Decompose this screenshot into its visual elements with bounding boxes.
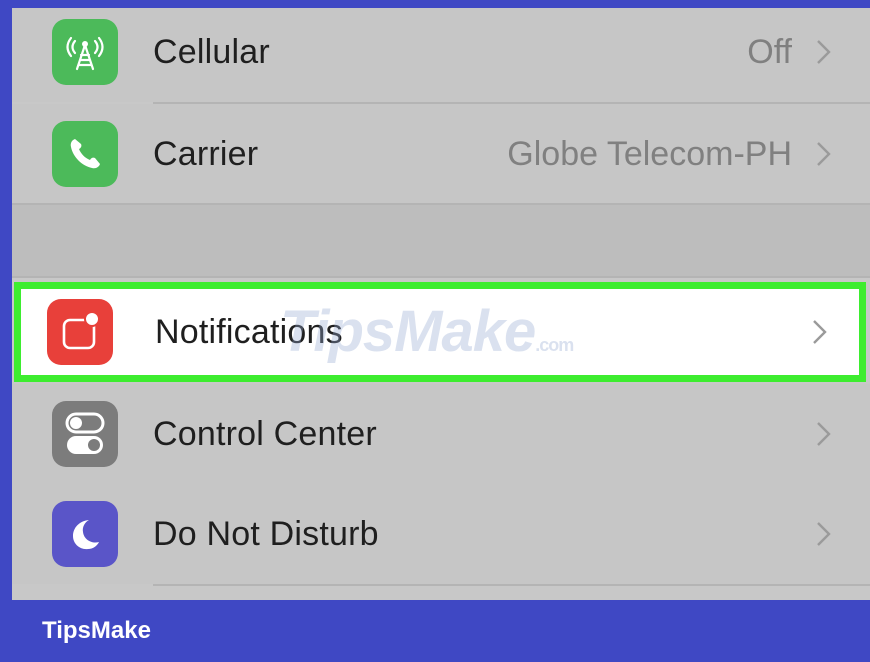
notifications-icon [47,299,113,365]
section-gap [12,205,870,277]
chevron-right-icon [817,522,831,546]
chevron-right-icon [813,320,827,344]
settings-row-cellular[interactable]: Cellular Off [12,8,870,102]
settings-row-do-not-disturb[interactable]: Do Not Disturb [12,484,870,584]
chevron-right-icon [817,40,831,64]
footer-brand: TipsMake [42,617,151,644]
settings-row-notifications[interactable]: Notifications [14,282,866,382]
chevron-right-icon [817,142,831,166]
cellular-value: Off [747,33,792,71]
settings-row-carrier[interactable]: Carrier Globe Telecom-PH [12,104,870,204]
section-separator [12,276,870,278]
notifications-label: Notifications [155,313,343,351]
cellular-label: Cellular [153,33,270,71]
carrier-label: Carrier [153,135,259,173]
control-center-toggles-icon [52,401,118,467]
carrier-value: Globe Telecom-PH [507,135,792,173]
do-not-disturb-label: Do Not Disturb [153,515,379,553]
row-separator [153,584,870,586]
moon-icon [52,501,118,567]
footer-bar: TipsMake [0,600,870,662]
chevron-right-icon [817,422,831,446]
cellular-antenna-icon [52,19,118,85]
control-center-label: Control Center [153,415,377,453]
phone-icon [52,121,118,187]
settings-row-control-center[interactable]: Control Center [12,384,870,484]
